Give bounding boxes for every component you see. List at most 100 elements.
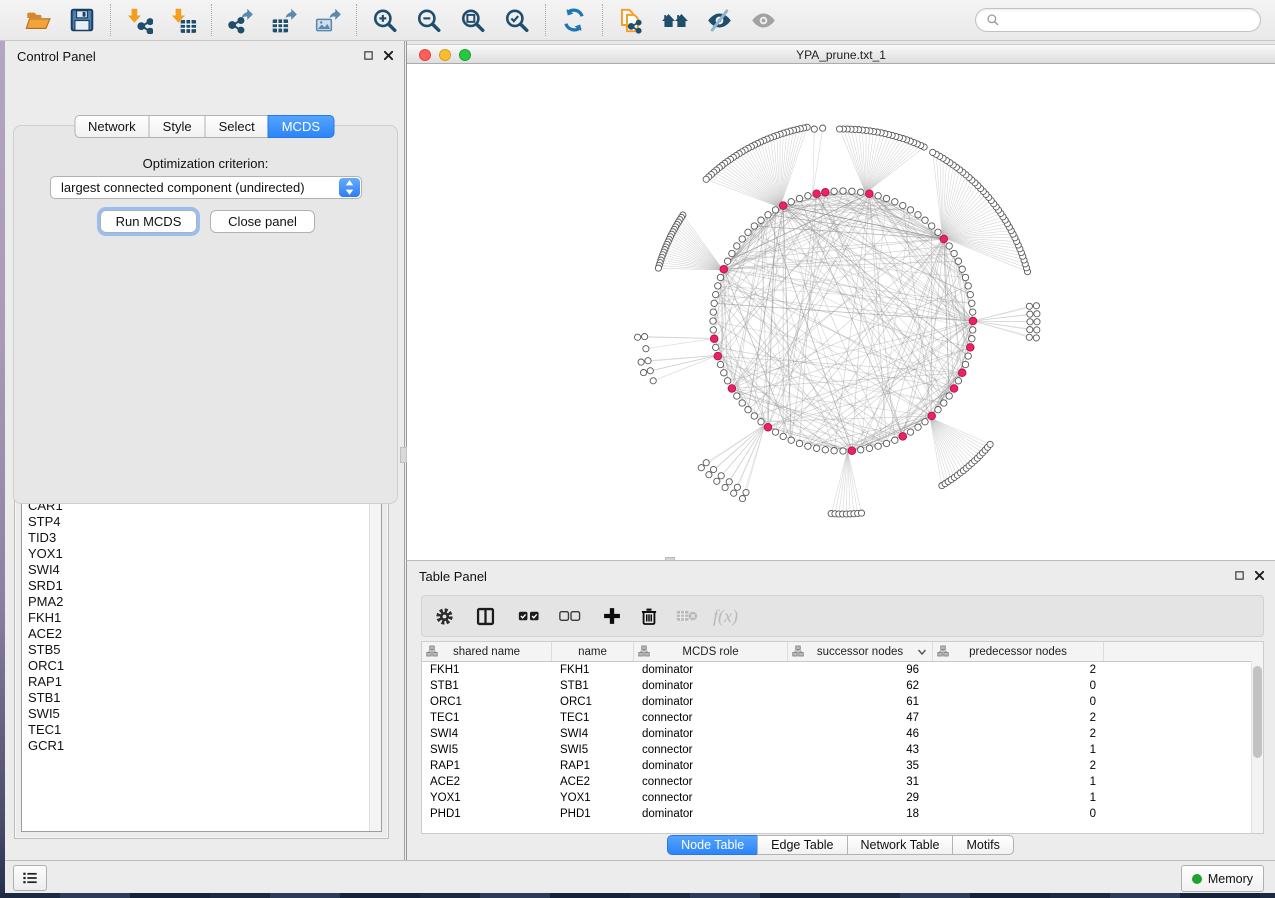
graph-ring-node[interactable] [739, 236, 745, 242]
search-box[interactable] [975, 8, 1261, 32]
close-panel-button[interactable]: Close panel [210, 210, 315, 233]
graph-ring-node[interactable] [758, 419, 764, 425]
graph-leaf-node[interactable] [739, 496, 745, 502]
graph-ring-node[interactable] [805, 443, 811, 449]
tab-select[interactable]: Select [205, 115, 269, 138]
mcds-result-item[interactable]: SWI4 [22, 562, 381, 578]
graph-mcds-hub-node[interactable] [940, 235, 948, 243]
table-row[interactable]: ACE2ACE2connector311 [422, 774, 1263, 790]
import-network-icon[interactable] [125, 6, 153, 34]
graph-ring-node[interactable] [907, 207, 913, 213]
graph-ring-node[interactable] [965, 353, 971, 359]
graph-mcds-hub-node[interactable] [958, 369, 966, 377]
graph-ring-node[interactable] [840, 188, 846, 194]
graph-ring-node[interactable] [724, 258, 730, 264]
graph-mcds-hub-node[interactable] [720, 265, 728, 273]
delete-row-icon[interactable] [639, 604, 659, 628]
graph-leaf-node[interactable] [837, 126, 843, 132]
graph-leaf-node[interactable] [734, 484, 740, 490]
graph-leaf-node[interactable] [714, 478, 720, 484]
graph-mcds-hub-node[interactable] [899, 433, 907, 441]
graph-ring-node[interactable] [875, 443, 881, 449]
graph-ring-node[interactable] [788, 199, 794, 205]
graph-leaf-node[interactable] [650, 378, 656, 384]
graph-ring-node[interactable] [915, 424, 921, 430]
import-table-icon[interactable] [169, 6, 197, 34]
graph-mcds-hub-node[interactable] [950, 385, 958, 393]
open-folder-icon[interactable] [24, 6, 52, 34]
columns-icon[interactable] [475, 604, 496, 628]
graph-ring-node[interactable] [969, 300, 975, 306]
column-header-shared-name[interactable]: shared name [422, 642, 552, 661]
graph-leaf-node[interactable] [1026, 303, 1032, 309]
graph-ring-node[interactable] [858, 189, 864, 195]
graph-ring-node[interactable] [959, 266, 965, 272]
graph-ring-node[interactable] [734, 243, 740, 249]
mcds-result-item[interactable]: RAP1 [22, 674, 381, 690]
graph-leaf-node[interactable] [1034, 311, 1040, 317]
graph-mcds-hub-node[interactable] [967, 344, 975, 352]
mcds-result-list[interactable]: PHD1CAR1STP4TID3YOX1SWI4SRD1PMA2FKH1ACE2… [21, 481, 382, 832]
mcds-result-item[interactable]: STB5 [22, 642, 381, 658]
graph-leaf-node[interactable] [987, 441, 993, 447]
graph-ring-node[interactable] [831, 188, 837, 194]
clone-network-icon[interactable] [617, 6, 645, 34]
graph-ring-node[interactable] [970, 309, 976, 315]
graph-ring-node[interactable] [951, 250, 957, 256]
mcds-result-item[interactable]: STB1 [22, 690, 381, 706]
graph-ring-node[interactable] [772, 429, 778, 435]
graph-ring-node[interactable] [935, 407, 941, 413]
graph-ring-node[interactable] [780, 433, 786, 439]
table-row[interactable]: SWI5SWI5connector431 [422, 742, 1263, 758]
export-network-icon[interactable] [226, 6, 254, 34]
show-all-networks-icon[interactable] [661, 6, 689, 34]
zoom-in-icon[interactable] [371, 6, 399, 34]
graph-leaf-node[interactable] [731, 490, 737, 496]
graph-ring-node[interactable] [713, 291, 719, 297]
network-view-canvas[interactable] [407, 64, 1275, 560]
graph-ring-node[interactable] [805, 193, 811, 199]
graph-leaf-node[interactable] [858, 510, 864, 516]
table-row[interactable]: YOX1YOX1connector291 [422, 790, 1263, 806]
save-icon[interactable] [68, 6, 96, 34]
graph-ring-node[interactable] [922, 217, 928, 223]
graph-ring-node[interactable] [739, 400, 745, 406]
graph-ring-node[interactable] [935, 229, 941, 235]
graph-ring-node[interactable] [717, 361, 723, 367]
graph-leaf-node[interactable] [743, 489, 749, 495]
run-mcds-button[interactable]: Run MCDS [100, 210, 197, 233]
graph-leaf-node[interactable] [820, 125, 826, 131]
mcds-result-item[interactable]: GCR1 [22, 738, 381, 754]
table-row[interactable]: PHD1PHD1dominator180 [422, 806, 1263, 822]
graph-leaf-node[interactable] [1033, 335, 1039, 341]
table-scrollbar-thumb[interactable] [1253, 666, 1262, 758]
graph-ring-node[interactable] [929, 223, 935, 229]
refresh-icon[interactable] [560, 6, 588, 34]
mcds-result-item[interactable]: ORC1 [22, 658, 381, 674]
mcds-list-scrollbar[interactable] [369, 482, 381, 831]
graph-ring-node[interactable] [866, 445, 872, 451]
graph-ring-node[interactable] [955, 258, 961, 264]
graph-leaf-node[interactable] [1027, 327, 1033, 333]
graph-mcds-hub-node[interactable] [928, 412, 936, 420]
mcds-result-item[interactable]: YOX1 [22, 546, 381, 562]
graph-mcds-hub-node[interactable] [728, 385, 736, 393]
column-header-MCDS-role[interactable]: MCDS role [634, 642, 788, 661]
graph-ring-node[interactable] [796, 440, 802, 446]
graph-ring-node[interactable] [710, 318, 716, 324]
mcds-result-item[interactable]: SRD1 [22, 578, 381, 594]
table-row[interactable]: ORC1ORC1dominator610 [422, 694, 1263, 710]
graph-leaf-node[interactable] [1027, 311, 1033, 317]
graph-mcds-hub-node[interactable] [710, 335, 718, 343]
zoom-selected-icon[interactable] [503, 6, 531, 34]
graph-ring-node[interactable] [858, 447, 864, 453]
graph-ring-node[interactable] [840, 448, 846, 454]
table-scrollbar[interactable] [1251, 661, 1263, 833]
graph-ring-node[interactable] [962, 274, 968, 280]
graph-ring-node[interactable] [765, 212, 771, 218]
graph-mcds-hub-node[interactable] [866, 190, 874, 198]
graph-ring-node[interactable] [946, 243, 952, 249]
graph-leaf-node[interactable] [642, 334, 648, 340]
hide-graphics-details-icon[interactable] [705, 6, 733, 34]
table-row[interactable]: TEC1TEC1connector472 [422, 710, 1263, 726]
